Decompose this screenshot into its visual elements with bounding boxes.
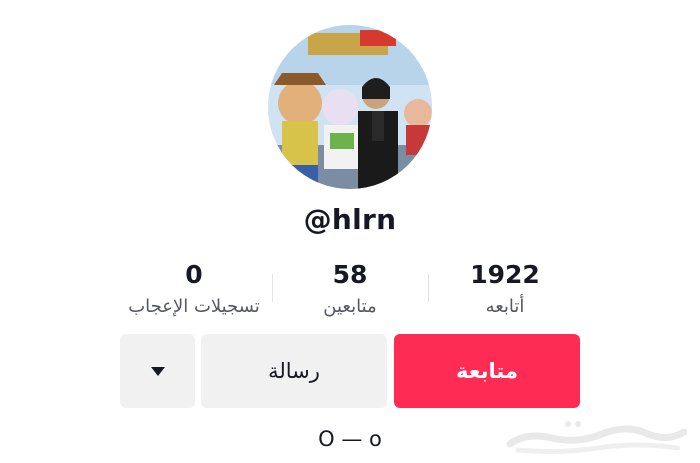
followers-label: متابعين <box>323 296 377 317</box>
following-stat[interactable]: 1922 أتابعه <box>415 258 595 322</box>
follow-button[interactable]: متابعة <box>394 334 580 408</box>
caret-down-icon <box>150 366 165 376</box>
likes-label: تسجيلات الإعجاب <box>128 296 260 317</box>
likes-count: 0 <box>185 260 203 289</box>
likes-stat: 0 تسجيلات الإعجاب <box>104 258 284 322</box>
watermark-logo <box>506 421 688 455</box>
avatar-image <box>268 25 432 189</box>
message-button[interactable]: رسالة <box>201 334 387 408</box>
following-label: أتابعه <box>485 296 525 317</box>
profile-avatar[interactable] <box>268 25 432 189</box>
username: @hlrn <box>303 203 397 236</box>
profile-stats: 0 تسجيلات الإعجاب 58 متابعين 1922 أتابعه <box>0 258 700 328</box>
followers-stat[interactable]: 58 متابعين <box>260 258 440 322</box>
more-options-button[interactable] <box>120 334 195 408</box>
following-count: 1922 <box>470 260 540 289</box>
followers-count: 58 <box>332 260 368 289</box>
